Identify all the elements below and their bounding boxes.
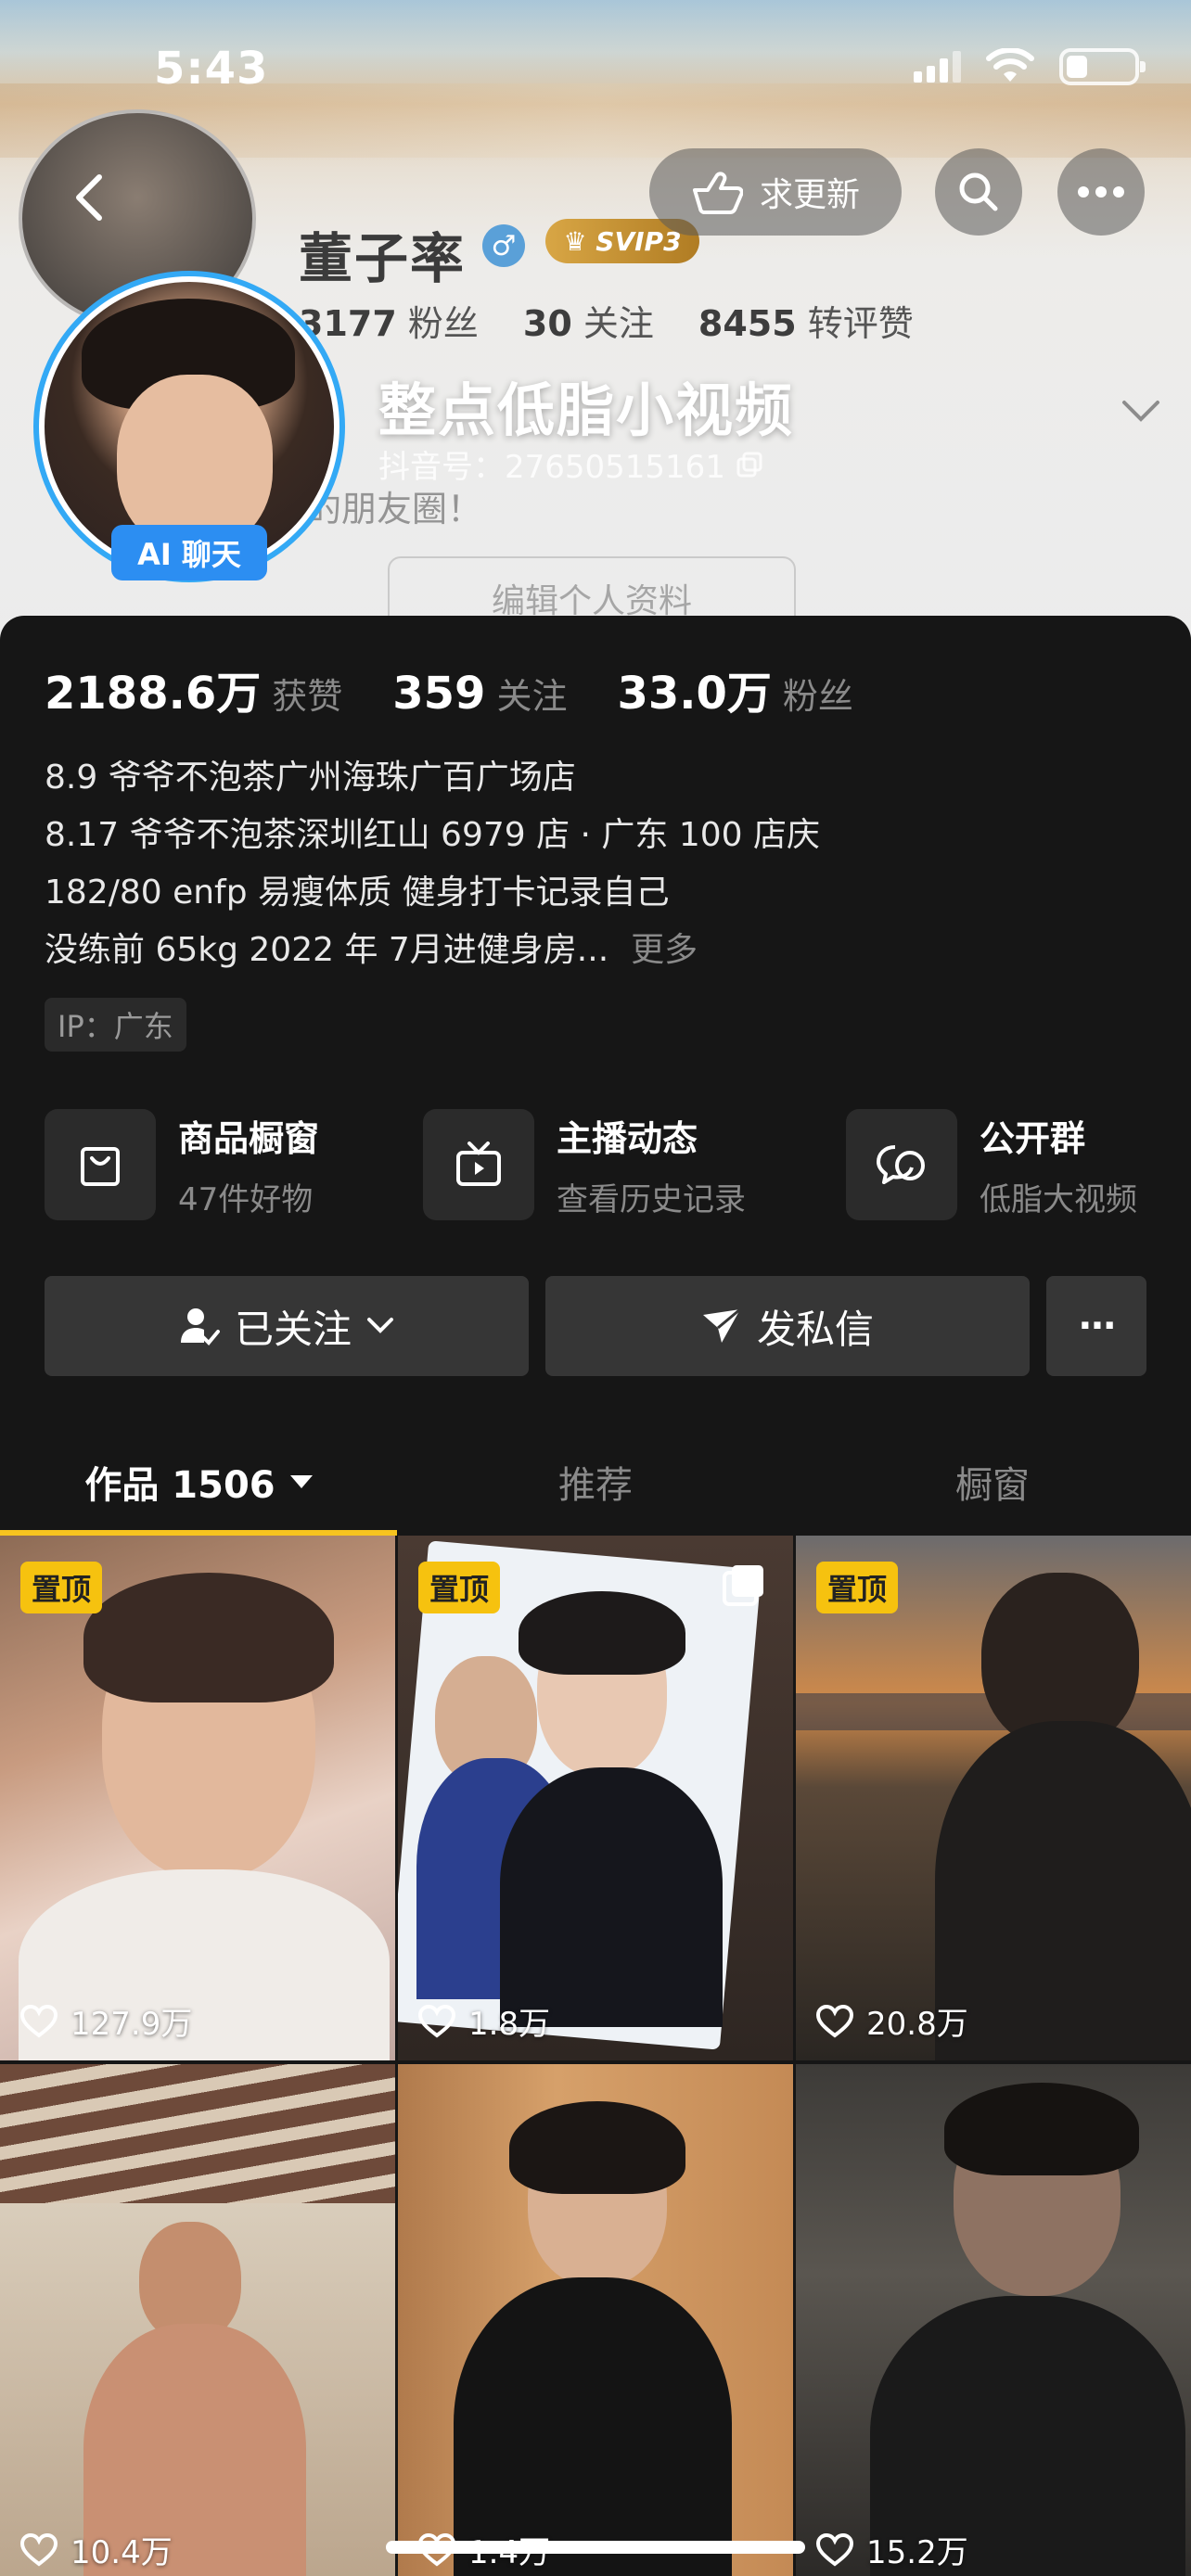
battery-icon: [1059, 48, 1146, 85]
ip-location-tag: IP：广东: [45, 998, 186, 1052]
ghost-stat: 3177 粉丝: [299, 303, 479, 344]
more-options-button[interactable]: [1057, 148, 1145, 236]
copy-icon: [736, 452, 762, 477]
douyin-id-text: 抖音号：27650515161: [378, 449, 725, 486]
send-message-label: 发私信: [756, 1306, 874, 1352]
bio-line: 8.9 爷爷不泡茶广州海珠广百广场店: [45, 759, 576, 797]
tab-recommended[interactable]: 推荐: [397, 1428, 794, 1536]
dropdown-triangle-icon: [289, 1475, 313, 1488]
bio: 8.9 爷爷不泡茶广州海珠广百广场店 8.17 爷爷不泡茶深圳红山 6979 店…: [45, 749, 820, 979]
like-count: 127.9万: [20, 1998, 192, 2044]
paper-plane-icon: [702, 1307, 741, 1343]
search-icon: [959, 172, 998, 211]
feature-sub: 查看历史记录: [557, 1181, 746, 1218]
heart-icon: [20, 2004, 58, 2038]
tab-works[interactable]: 作品 1506: [0, 1428, 397, 1536]
chevron-down-icon: [367, 1318, 393, 1333]
user-check-icon: [180, 1308, 220, 1345]
home-indicator[interactable]: [386, 2541, 805, 2554]
video-thumbnail[interactable]: 置顶 127.9万: [0, 1536, 395, 2060]
more-dots-icon: ···: [1078, 1305, 1117, 1347]
ghost-profile-name: 董子率: [299, 227, 467, 290]
ghost-bio: 的朋友圈！: [306, 489, 483, 529]
like-count: 20.8万: [816, 1998, 968, 2044]
cell-signal-icon: [914, 51, 961, 83]
pinned-badge: 置顶: [418, 1562, 501, 1613]
feature-title: 公开群: [980, 1118, 1086, 1159]
like-count: 10.4万: [20, 2527, 173, 2572]
ghost-stats: 3177 粉丝 30 关注 8455 转评赞: [299, 295, 914, 346]
feature-streamer-updates[interactable]: 主播动态 查看历史记录: [423, 1109, 746, 1220]
gender-male-icon: ♂: [482, 224, 525, 267]
heart-icon: [816, 2004, 853, 2038]
svip-label: SVIP3: [596, 225, 682, 257]
chevron-down-icon[interactable]: [1121, 399, 1161, 425]
feature-sub: 低脂大视频: [980, 1181, 1137, 1218]
stat-followers[interactable]: 33.0万 粉丝: [617, 657, 852, 721]
chat-bubbles-icon: [877, 1145, 925, 1184]
like-count: 15.2万: [816, 2527, 968, 2572]
like-count: 1.8万: [418, 1998, 550, 2044]
video-thumbnail[interactable]: 10.4万: [0, 2064, 395, 2576]
more-dots-icon: [1078, 186, 1124, 198]
ghost-stat: 30 关注: [522, 303, 654, 344]
bio-line: 没练前 65kg 2022 年 7月进健身房... 更多: [45, 931, 698, 969]
feature-public-group[interactable]: 公开群 低脂大视频: [846, 1109, 1137, 1220]
heart-icon: [20, 2532, 58, 2567]
stat-likes[interactable]: 2188.6万 获赞: [45, 657, 342, 721]
request-update-label: 求更新: [759, 176, 860, 214]
channel-title: 整点低脂小视频: [378, 376, 795, 444]
search-button[interactable]: [935, 148, 1022, 236]
stat-following[interactable]: 359 关注: [392, 668, 567, 720]
video-thumbnail[interactable]: 置顶 20.8万: [796, 1536, 1191, 2060]
heart-icon: [418, 2004, 455, 2038]
ai-chat-badge[interactable]: AI 聊天: [111, 525, 267, 580]
bio-line: 8.17 爷爷不泡茶深圳红山 6979 店 · 广东 100 店庆: [45, 816, 821, 854]
content-tabs: 作品 1506 推荐 橱窗: [0, 1428, 1191, 1536]
shopping-bag-icon: [81, 1147, 120, 1186]
feature-title: 主播动态: [557, 1118, 698, 1159]
tv-icon: [456, 1141, 501, 1186]
video-grid: 置顶 127.9万 置顶 1.8万 置顶 20.8万 10.4万 15.2万: [0, 1536, 1191, 2576]
crown-icon: ♛: [563, 225, 587, 257]
bio-more-link[interactable]: 更多: [631, 931, 698, 969]
heart-icon: [816, 2532, 853, 2567]
more-actions-button[interactable]: ···: [1046, 1276, 1146, 1376]
request-update-button[interactable]: 求更新: [649, 148, 902, 236]
ghost-stat: 8455 转评赞: [698, 303, 914, 344]
video-thumbnail[interactable]: 15.2万: [796, 2064, 1191, 2576]
following-label: 已关注: [234, 1306, 352, 1352]
feature-sub: 47件好物: [178, 1181, 314, 1218]
profile-stats: 2188.6万 获赞 359 关注 33.0万 粉丝: [45, 657, 853, 721]
send-message-button[interactable]: 发私信: [545, 1276, 1030, 1376]
multi-image-icon: [723, 1565, 763, 1606]
bio-line: 182/80 enfp 易瘦体质 健身打卡记录自己: [45, 874, 670, 912]
following-button[interactable]: 已关注: [45, 1276, 529, 1376]
status-indicators: [914, 48, 1146, 85]
status-time: 5:43: [154, 43, 269, 95]
pinned-badge: 置顶: [20, 1562, 103, 1613]
wifi-icon: [986, 48, 1034, 82]
pinned-badge: 置顶: [816, 1562, 899, 1613]
feature-shop-window[interactable]: 商品橱窗 47件好物: [45, 1109, 319, 1220]
back-button[interactable]: [48, 156, 132, 239]
pointing-hand-icon: [692, 172, 743, 214]
chevron-left-icon: [76, 174, 102, 221]
video-thumbnail[interactable]: 置顶 1.8万: [398, 1536, 793, 2060]
tab-shop-window[interactable]: 橱窗: [794, 1428, 1191, 1536]
douyin-id[interactable]: 抖音号：27650515161: [378, 441, 762, 487]
video-thumbnail[interactable]: 1.4万: [398, 2064, 793, 2576]
feature-title: 商品橱窗: [178, 1118, 320, 1159]
